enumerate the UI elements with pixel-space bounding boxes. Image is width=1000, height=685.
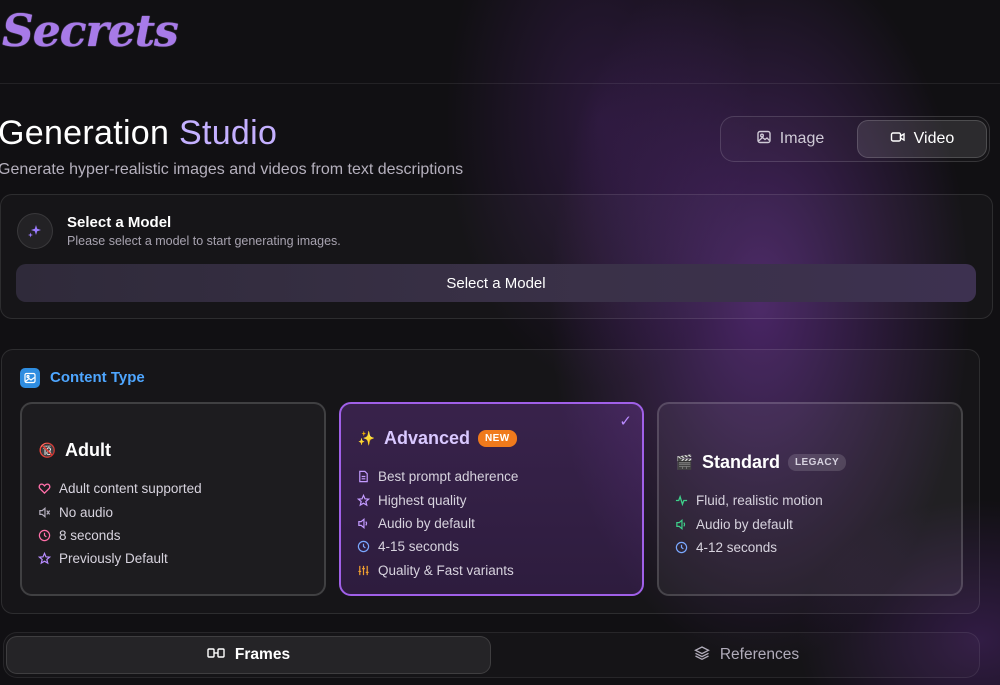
page-subtitle: Generate hyper-realistic images and vide… xyxy=(0,161,464,178)
page-title-main: Generation xyxy=(0,114,179,152)
feature-list: Best prompt adherence Highest quality Au… xyxy=(357,465,518,582)
content-card-adult[interactable]: 🔞 Adult Adult content supported No audio… xyxy=(20,402,326,596)
card-title-text: Standard xyxy=(702,452,781,472)
list-item: Audio by default xyxy=(675,512,823,535)
video-mode-button[interactable]: Video xyxy=(857,120,987,158)
image-icon xyxy=(756,129,772,150)
check-icon: ✓ xyxy=(619,413,632,430)
model-description: Please select a model to start generatin… xyxy=(67,234,341,248)
feature-text: Best prompt adherence xyxy=(378,469,519,485)
content-card-standard[interactable]: 🎬 Standard LEGACY Fluid, realistic motio… xyxy=(657,402,963,596)
page-title-accent: Studio xyxy=(178,114,278,152)
list-item: 8 seconds xyxy=(38,524,202,547)
sparkles-icon xyxy=(17,213,53,249)
tab-frames[interactable]: Frames xyxy=(6,636,491,674)
sliders-icon xyxy=(358,565,369,575)
card-title-text: Adult xyxy=(65,440,111,460)
new-badge: NEW xyxy=(478,430,517,447)
frames-icon xyxy=(207,646,225,665)
feature-text: Audio by default xyxy=(696,516,793,532)
speaker-icon xyxy=(676,518,686,530)
list-item: Adult content supported xyxy=(38,477,202,500)
input-mode-tabs: Frames References xyxy=(3,632,980,678)
list-item: No audio xyxy=(38,500,202,523)
list-item: Best prompt adherence xyxy=(357,465,518,488)
star-icon xyxy=(357,493,370,506)
list-item: 4-12 seconds xyxy=(675,536,823,559)
heart-icon xyxy=(38,483,51,495)
feature-text: Quality & Fast variants xyxy=(378,562,514,578)
feature-text: 4-12 seconds xyxy=(696,539,778,555)
feature-text: Fluid, realistic motion xyxy=(696,493,823,509)
activity-icon xyxy=(675,494,688,507)
speaker-icon xyxy=(358,518,368,529)
clock-icon xyxy=(357,541,370,553)
list-item: 4-15 seconds xyxy=(357,535,518,558)
feature-text: 4-15 seconds xyxy=(378,539,460,555)
image-icon xyxy=(20,368,40,388)
app-logo[interactable]: Secrets xyxy=(2,6,179,57)
image-mode-label: Image xyxy=(779,130,825,147)
top-bar: Secrets xyxy=(0,0,1000,84)
clock-icon xyxy=(38,529,51,542)
clapperboard-icon: 🎬 xyxy=(675,454,694,470)
feature-text: Highest quality xyxy=(378,492,467,508)
no-under-18-icon: 🔞 xyxy=(38,442,57,458)
model-heading: Select a Model xyxy=(67,214,172,231)
feature-list: Fluid, realistic motion Audio by default… xyxy=(675,489,823,559)
feature-text: Previously Default xyxy=(59,551,168,567)
list-item: Previously Default xyxy=(38,547,202,570)
tab-references[interactable]: References xyxy=(504,636,989,674)
tab-references-label: References xyxy=(719,646,800,663)
image-mode-button[interactable]: Image xyxy=(725,120,855,158)
video-icon xyxy=(890,129,906,150)
page-title: Generation Studio xyxy=(0,114,277,153)
feature-text: 8 seconds xyxy=(59,527,121,543)
mute-icon xyxy=(39,506,51,518)
feature-list: Adult content supported No audio 8 secon… xyxy=(38,477,202,571)
content-type-label: Content Type xyxy=(50,369,145,386)
layers-icon xyxy=(693,645,710,666)
card-title: 🎬 Standard LEGACY xyxy=(675,452,847,473)
list-item: Audio by default xyxy=(357,512,518,535)
legacy-badge: LEGACY xyxy=(788,454,847,471)
content-type-panel: Content Type 🔞 Adult Adult content suppo… xyxy=(1,349,980,614)
feature-text: Audio by default xyxy=(378,515,475,531)
sparkles-icon: ✨ xyxy=(357,430,376,446)
mode-toggle: Image Video xyxy=(720,116,990,162)
star-icon xyxy=(38,552,51,565)
select-model-button[interactable]: Select a Model xyxy=(16,264,976,302)
clock-icon xyxy=(675,541,688,554)
card-title-text: Advanced xyxy=(384,428,471,448)
list-item: Highest quality xyxy=(357,488,518,511)
card-title: ✨ Advanced NEW xyxy=(357,428,517,449)
card-title: 🔞 Adult xyxy=(38,440,111,461)
list-item: Fluid, realistic motion xyxy=(675,489,823,512)
model-selection-panel: Select a Model Please select a model to … xyxy=(0,194,993,319)
feature-text: Adult content supported xyxy=(59,481,202,497)
list-item: Quality & Fast variants xyxy=(357,559,518,582)
content-card-advanced[interactable]: ✓ ✨ Advanced NEW Best prompt adherence H… xyxy=(339,402,644,596)
feature-text: No audio xyxy=(59,504,114,520)
document-icon xyxy=(359,470,368,483)
tab-frames-label: Frames xyxy=(234,646,291,663)
video-mode-label: Video xyxy=(913,130,955,147)
